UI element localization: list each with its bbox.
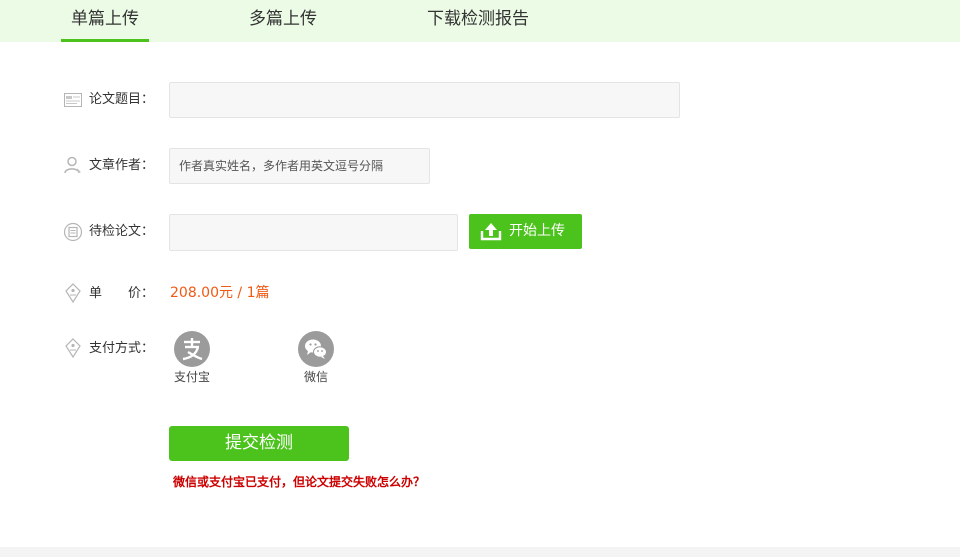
payment-label: 支付方式： — [89, 341, 155, 356]
wechat-label: 微信 — [303, 370, 328, 384]
document-title-icon — [64, 93, 82, 107]
file-label: 待检论文： — [89, 224, 155, 239]
wechat-icon — [298, 331, 334, 367]
title-label: 论文题目： — [89, 92, 155, 107]
pay-option-alipay[interactable]: 支付宝 — [159, 331, 219, 389]
payment-tag-icon — [65, 338, 81, 358]
price-label: 单 价： — [89, 286, 155, 301]
payment-help-link[interactable]: 微信或支付宝已支付，但论文提交失败怎么办？ — [173, 474, 425, 490]
start-upload-label: 开始上传 — [509, 223, 565, 239]
start-upload-button[interactable]: 开始上传 — [469, 214, 582, 249]
price-tag-icon — [65, 283, 81, 303]
submit-check-button[interactable]: 提交检测 — [169, 426, 349, 461]
alipay-icon — [174, 331, 210, 367]
tab-multi-upload[interactable]: 多篇上传 — [240, 0, 326, 42]
alipay-label: 支付宝 — [173, 370, 210, 384]
title-input[interactable] — [169, 82, 680, 118]
pay-option-wechat[interactable]: 微信 — [283, 331, 343, 389]
author-label: 文章作者： — [89, 158, 155, 173]
user-icon — [64, 156, 81, 174]
author-input[interactable] — [169, 148, 430, 184]
footer-divider — [0, 547, 960, 557]
paper-file-icon — [63, 222, 83, 242]
upload-icon — [480, 223, 502, 241]
tab-download-report[interactable]: 下载检测报告 — [420, 0, 536, 42]
tab-single-upload[interactable]: 单篇上传 — [61, 0, 149, 42]
file-path-input[interactable] — [169, 214, 458, 251]
tab-bar: 单篇上传 多篇上传 下载检测报告 — [0, 0, 960, 42]
price-value: 208.00元 / 1篇 — [170, 285, 270, 301]
